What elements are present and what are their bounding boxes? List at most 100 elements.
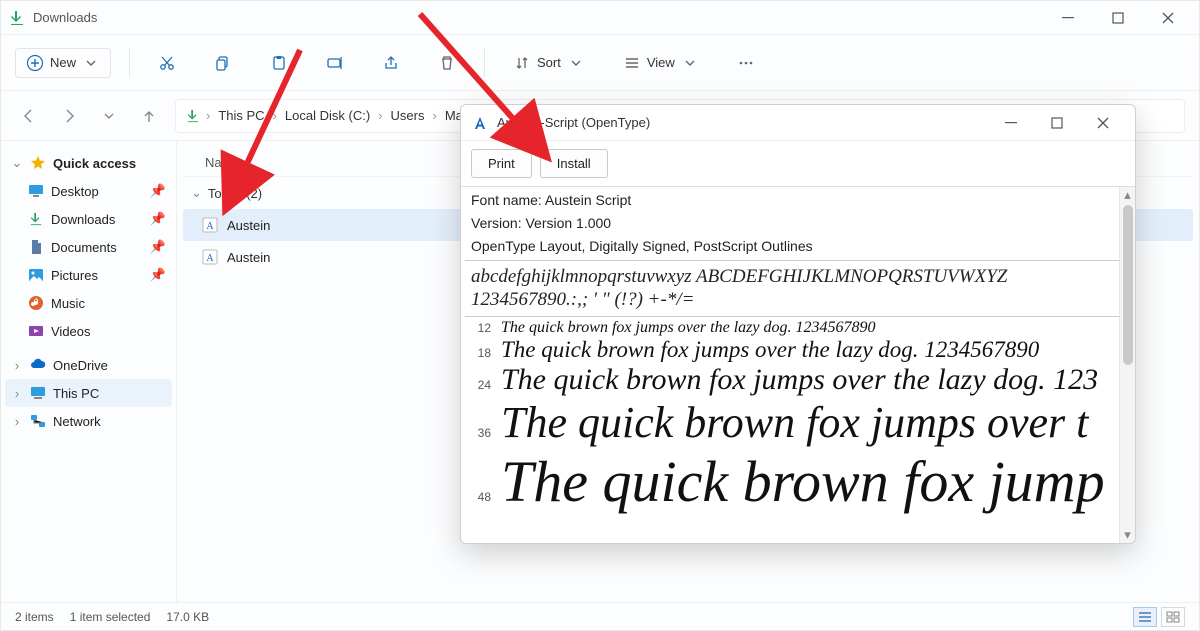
pin-icon: 📌 bbox=[150, 267, 166, 283]
font-sample-row: 12The quick brown fox jumps over the laz… bbox=[465, 319, 1119, 337]
paste-button[interactable] bbox=[260, 48, 298, 78]
this-pc-label: This PC bbox=[53, 386, 99, 401]
documents-label: Documents bbox=[51, 240, 117, 255]
divider bbox=[484, 49, 485, 77]
nav-forward[interactable] bbox=[55, 102, 83, 130]
sidebar-item-network[interactable]: › Network bbox=[5, 407, 172, 435]
svg-text:A: A bbox=[206, 221, 214, 232]
popup-body: Font name: Austein Script Version: Versi… bbox=[461, 186, 1135, 543]
scroll-thumb[interactable] bbox=[1123, 205, 1133, 365]
sample-text: The quick brown fox jump bbox=[501, 448, 1105, 515]
desktop-label: Desktop bbox=[51, 184, 99, 199]
font-preview-content: Font name: Austein Script Version: Versi… bbox=[461, 187, 1119, 543]
crumb-1[interactable]: Local Disk (C:) bbox=[281, 106, 374, 125]
sidebar-item-desktop[interactable]: Desktop 📌 bbox=[5, 177, 172, 205]
alpha-line-1: abcdefghijklmnopqrstuvwxyz ABCDEFGHIJKLM… bbox=[471, 265, 1113, 289]
view-button[interactable]: View bbox=[613, 48, 709, 78]
install-button[interactable]: Install bbox=[540, 149, 608, 178]
sort-button[interactable]: Sort bbox=[503, 48, 595, 78]
maximize-button[interactable] bbox=[1095, 3, 1141, 33]
nav-recent[interactable] bbox=[95, 102, 123, 130]
crumb-2[interactable]: Users bbox=[387, 106, 429, 125]
quick-access-label: Quick access bbox=[53, 156, 136, 171]
sample-size-label: 24 bbox=[471, 378, 491, 392]
scissors-icon bbox=[158, 54, 176, 72]
svg-text:A: A bbox=[206, 253, 214, 264]
sidebar-item-this-pc[interactable]: › This PC bbox=[5, 379, 172, 407]
thumbnails-view-button[interactable] bbox=[1161, 607, 1185, 627]
more-icon bbox=[737, 54, 755, 72]
file-name: Austein bbox=[227, 250, 270, 265]
chevron-down-icon bbox=[681, 54, 699, 72]
copy-icon bbox=[214, 54, 232, 72]
onedrive-label: OneDrive bbox=[53, 358, 108, 373]
popup-close[interactable] bbox=[1081, 109, 1125, 137]
popup-scrollbar[interactable]: ▴ ▾ bbox=[1119, 187, 1135, 543]
documents-icon bbox=[27, 238, 45, 256]
font-size-samples: 12The quick brown fox jumps over the laz… bbox=[465, 319, 1119, 515]
new-button[interactable]: New bbox=[15, 48, 111, 78]
sample-size-label: 48 bbox=[471, 490, 491, 504]
status-selected: 1 item selected bbox=[70, 610, 151, 624]
pin-icon: 📌 bbox=[150, 239, 166, 255]
minimize-button[interactable] bbox=[1045, 3, 1091, 33]
sidebar-item-documents[interactable]: Documents 📌 bbox=[5, 233, 172, 261]
font-sample-row: 18The quick brown fox jumps over the laz… bbox=[465, 337, 1119, 363]
crumb-0[interactable]: This PC bbox=[214, 106, 268, 125]
copy-button[interactable] bbox=[204, 48, 242, 78]
downloads-icon bbox=[184, 107, 202, 125]
plus-circle-icon bbox=[26, 54, 44, 72]
details-view-button[interactable] bbox=[1133, 607, 1157, 627]
pictures-icon bbox=[27, 266, 45, 284]
sidebar-item-onedrive[interactable]: › OneDrive bbox=[5, 351, 172, 379]
close-button[interactable] bbox=[1145, 3, 1191, 33]
sidebar-item-music[interactable]: Music bbox=[5, 289, 172, 317]
font-sample-row: 48 The quick brown fox jump bbox=[465, 448, 1119, 515]
sidebar-item-downloads[interactable]: Downloads 📌 bbox=[5, 205, 172, 233]
file-name: Austein bbox=[227, 218, 270, 233]
window-title: Downloads bbox=[33, 10, 97, 25]
explorer-sidebar: ⌄ Quick access Desktop 📌 Downloads 📌 Doc bbox=[1, 141, 177, 602]
cloud-icon bbox=[29, 356, 47, 374]
popup-minimize[interactable] bbox=[989, 109, 1033, 137]
divider bbox=[465, 316, 1119, 317]
font-file-icon: A bbox=[201, 248, 219, 266]
divider bbox=[129, 49, 130, 77]
explorer-titlebar: Downloads bbox=[1, 1, 1199, 35]
scroll-up-icon[interactable]: ▴ bbox=[1120, 187, 1135, 203]
scroll-down-icon[interactable]: ▾ bbox=[1120, 527, 1135, 543]
chevron-right-icon: › bbox=[11, 414, 23, 429]
delete-button[interactable] bbox=[428, 48, 466, 78]
sidebar-item-videos[interactable]: Videos bbox=[5, 317, 172, 345]
print-button[interactable]: Print bbox=[471, 149, 532, 178]
rename-button[interactable] bbox=[316, 48, 354, 78]
pin-icon: 📌 bbox=[150, 211, 166, 227]
new-label: New bbox=[50, 55, 76, 70]
sidebar-item-quick-access[interactable]: ⌄ Quick access bbox=[5, 149, 172, 177]
more-button[interactable] bbox=[727, 48, 765, 78]
window-controls bbox=[1045, 3, 1191, 33]
font-meta-version: Version: Version 1.000 bbox=[465, 212, 1119, 235]
popup-titlebar: Austein-Script (OpenType) bbox=[461, 105, 1135, 141]
network-label: Network bbox=[53, 414, 101, 429]
explorer-statusbar: 2 items 1 item selected 17.0 KB bbox=[1, 602, 1199, 630]
chevron-down-icon: ⌄ bbox=[11, 155, 23, 171]
popup-title-text: Austein-Script (OpenType) bbox=[497, 115, 650, 130]
status-item-count: 2 items bbox=[15, 610, 54, 624]
downloads-icon bbox=[9, 10, 25, 26]
sample-text: The quick brown fox jumps over the lazy … bbox=[501, 319, 875, 337]
share-button[interactable] bbox=[372, 48, 410, 78]
nav-back[interactable] bbox=[15, 102, 43, 130]
sidebar-item-pictures[interactable]: Pictures 📌 bbox=[5, 261, 172, 289]
paste-icon bbox=[270, 54, 288, 72]
chevron-down-icon bbox=[567, 54, 585, 72]
nav-up[interactable] bbox=[135, 102, 163, 130]
group-label: Today (2) bbox=[208, 186, 262, 201]
alpha-line-2: 1234567890.:,; ' " (!?) +-*/= bbox=[471, 288, 1113, 312]
videos-icon bbox=[27, 322, 45, 340]
cut-button[interactable] bbox=[148, 48, 186, 78]
sample-text: The quick brown fox jumps over the lazy … bbox=[501, 363, 1098, 397]
pc-icon bbox=[29, 384, 47, 402]
popup-maximize[interactable] bbox=[1035, 109, 1079, 137]
videos-label: Videos bbox=[51, 324, 91, 339]
